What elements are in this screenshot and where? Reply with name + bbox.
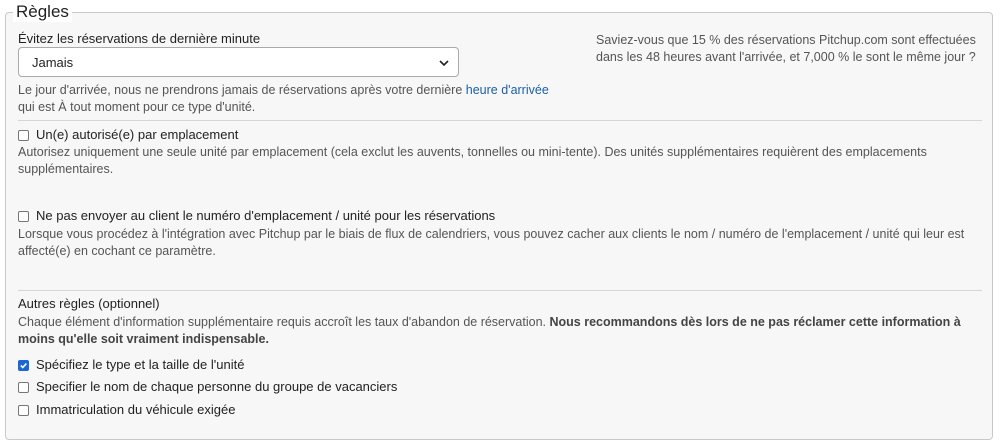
chevron-down-icon xyxy=(439,60,449,67)
check-icon xyxy=(20,362,27,369)
one-unit-help: Autorisez uniquement une seule unité par… xyxy=(18,145,927,176)
other-rules-help-text: Chaque élément d'information supplémenta… xyxy=(18,315,547,329)
divider xyxy=(18,290,982,291)
option-checkbox-guest-names[interactable] xyxy=(18,382,29,393)
other-rules-help: Chaque élément d'information supplémenta… xyxy=(18,314,983,348)
option-label-guest-names[interactable]: Specifier le nom de chaque personne du g… xyxy=(36,379,397,395)
hide-pitch-checkbox[interactable] xyxy=(18,211,29,222)
other-rules-title: Autres règles (optionnel) xyxy=(18,296,160,311)
option-label-vehicle-reg[interactable]: Immatriculation du véhicule exigée xyxy=(36,402,235,418)
option-checkbox-vehicle-reg[interactable] xyxy=(18,405,29,416)
last-minute-help: Le jour d'arrivée, nous ne prendrons jam… xyxy=(18,82,588,116)
last-minute-select-value: Jamais xyxy=(32,55,74,70)
hide-pitch-label[interactable]: Ne pas envoyer au client le numéro d'emp… xyxy=(36,208,495,224)
option-checkbox-unit-type[interactable] xyxy=(18,360,29,371)
arrival-time-link[interactable]: heure d'arrivée xyxy=(466,83,549,97)
last-minute-label: Évitez les réservations de dernière minu… xyxy=(18,31,261,46)
last-minute-help-text-2: qui est À tout moment pour ce type d'uni… xyxy=(18,100,256,114)
fieldset-legend: Règles xyxy=(13,2,72,22)
last-minute-side-note: Saviez-vous que 15 % des réservations Pi… xyxy=(596,33,976,64)
one-unit-checkbox[interactable] xyxy=(18,130,29,141)
divider xyxy=(18,120,982,121)
last-minute-select[interactable]: Jamais xyxy=(18,47,459,77)
one-unit-label[interactable]: Un(e) autorisé(e) par emplacement xyxy=(36,127,238,143)
hide-pitch-help: Lorsque vous procédez à l'intégration av… xyxy=(18,227,965,258)
option-label-unit-type[interactable]: Spécifiez le type et la taille de l'unit… xyxy=(36,357,244,373)
last-minute-help-text: Le jour d'arrivée, nous ne prendrons jam… xyxy=(18,83,463,97)
